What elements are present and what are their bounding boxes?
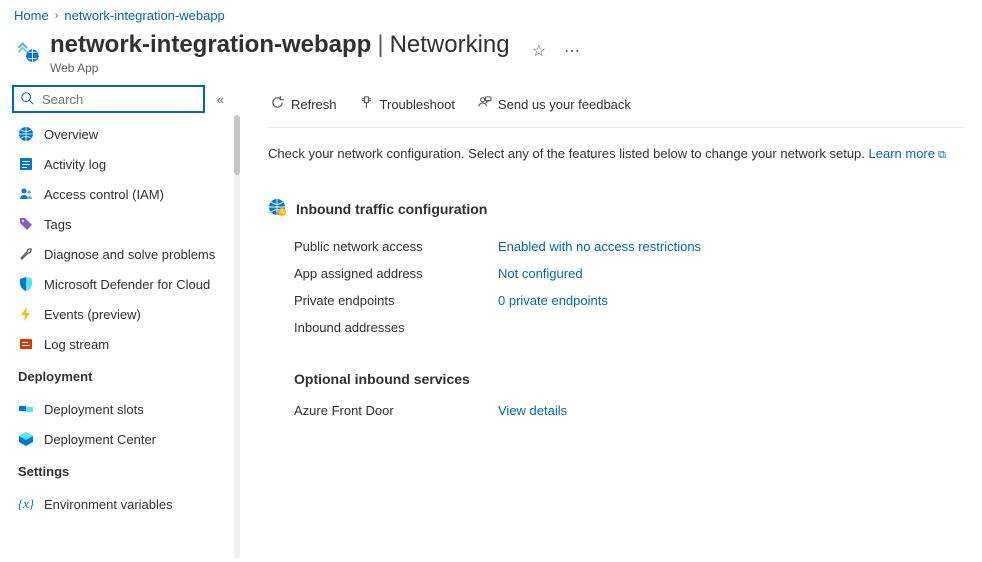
search-icon (20, 91, 34, 108)
azure-front-door-row: Azure Front Door View details (268, 397, 964, 424)
sidebar-group-deployment: Deployment (12, 359, 236, 388)
sidebar: « Overview Activity log Access contr (0, 85, 240, 559)
inbound-traffic-section: Inbound traffic configuration Public net… (268, 198, 964, 424)
sidebar-item-label: Events (preview) (44, 307, 141, 322)
sidebar-item-overview[interactable]: Overview (12, 119, 236, 149)
sidebar-item-environment-variables[interactable]: {x} Environment variables (12, 489, 236, 519)
log-stream-icon (18, 336, 34, 352)
globe-icon (18, 126, 34, 142)
sidebar-item-label: Environment variables (44, 497, 173, 512)
deployment-center-icon (18, 431, 34, 447)
optional-inbound-title: Optional inbound services (268, 371, 964, 387)
sidebar-item-access-control[interactable]: Access control (IAM) (12, 179, 236, 209)
sidebar-item-label: Deployment Center (44, 432, 156, 447)
troubleshoot-button[interactable]: Troubleshoot (357, 91, 457, 117)
inbound-icon (268, 198, 286, 219)
favorite-button[interactable]: ☆ (530, 39, 548, 63)
sidebar-item-defender[interactable]: Microsoft Defender for Cloud (12, 269, 236, 299)
people-icon (18, 186, 34, 202)
intro-text: Check your network configuration. Select… (268, 128, 964, 172)
breadcrumb-home[interactable]: Home (14, 8, 49, 23)
refresh-button[interactable]: Refresh (268, 91, 339, 117)
row-label: App assigned address (268, 266, 498, 281)
sidebar-item-events[interactable]: Events (preview) (12, 299, 236, 329)
more-button[interactable]: ⋯ (562, 39, 582, 63)
sidebar-item-label: Microsoft Defender for Cloud (44, 277, 210, 292)
learn-more-link[interactable]: Learn more⧉ (869, 146, 946, 161)
row-label: Public network access (268, 239, 498, 254)
webapp-icon (14, 37, 40, 63)
sidebar-item-label: Diagnose and solve problems (44, 247, 215, 262)
page-title: network-integration-webapp | Networking (50, 31, 510, 59)
breadcrumb-current[interactable]: network-integration-webapp (64, 8, 224, 23)
variables-icon: {x} (18, 496, 34, 512)
sidebar-item-deployment-center[interactable]: Deployment Center (12, 424, 236, 454)
inbound-addresses-row: Inbound addresses (268, 314, 964, 341)
private-endpoints-row: Private endpoints 0 private endpoints (268, 287, 964, 314)
azure-front-door-link[interactable]: View details (498, 403, 567, 418)
external-link-icon: ⧉ (938, 149, 946, 161)
row-label: Private endpoints (268, 293, 498, 308)
public-network-access-row: Public network access Enabled with no ac… (268, 233, 964, 260)
page-subtitle: Web App (50, 61, 510, 75)
chevron-right-icon: › (55, 10, 59, 22)
sidebar-item-label: Deployment slots (44, 402, 144, 417)
sidebar-item-label: Tags (44, 217, 71, 232)
sidebar-item-label: Overview (44, 127, 98, 142)
sidebar-item-label: Activity log (44, 157, 106, 172)
sidebar-item-log-stream[interactable]: Log stream (12, 329, 236, 359)
shield-icon (18, 276, 34, 292)
row-label: Inbound addresses (268, 320, 498, 335)
page-header: network-integration-webapp | Networking … (0, 27, 982, 85)
activity-log-icon (18, 156, 34, 172)
wrench-icon (18, 246, 34, 262)
troubleshoot-icon (359, 95, 374, 113)
star-icon: ☆ (532, 43, 546, 60)
slots-icon (18, 401, 34, 417)
chevron-double-left-icon: « (217, 92, 224, 107)
sidebar-item-diagnose[interactable]: Diagnose and solve problems (12, 239, 236, 269)
app-assigned-address-row: App assigned address Not configured (268, 260, 964, 287)
app-assigned-address-link[interactable]: Not configured (498, 266, 583, 281)
section-title: Inbound traffic configuration (268, 198, 964, 219)
feedback-icon (477, 95, 492, 113)
sidebar-item-label: Log stream (44, 337, 109, 352)
sidebar-scrollbar[interactable] (234, 115, 240, 559)
public-network-access-link[interactable]: Enabled with no access restrictions (498, 239, 701, 254)
sidebar-group-settings: Settings (12, 454, 236, 483)
refresh-icon (270, 95, 285, 113)
row-label: Azure Front Door (268, 403, 498, 418)
tag-icon (18, 216, 34, 232)
ellipsis-icon: ⋯ (564, 43, 580, 60)
collapse-sidebar-button[interactable]: « (213, 88, 228, 111)
sidebar-item-tags[interactable]: Tags (12, 209, 236, 239)
sidebar-item-activity-log[interactable]: Activity log (12, 149, 236, 179)
main-content: Refresh Troubleshoot Send us your feedba… (240, 85, 982, 559)
command-bar: Refresh Troubleshoot Send us your feedba… (268, 85, 964, 128)
search-input[interactable] (40, 91, 197, 108)
sidebar-item-deployment-slots[interactable]: Deployment slots (12, 394, 236, 424)
breadcrumb: Home › network-integration-webapp (0, 0, 982, 27)
sidebar-search[interactable] (12, 85, 205, 113)
sidebar-item-label: Access control (IAM) (44, 187, 164, 202)
feedback-button[interactable]: Send us your feedback (475, 91, 633, 117)
private-endpoints-link[interactable]: 0 private endpoints (498, 293, 608, 308)
lightning-icon (18, 306, 34, 322)
